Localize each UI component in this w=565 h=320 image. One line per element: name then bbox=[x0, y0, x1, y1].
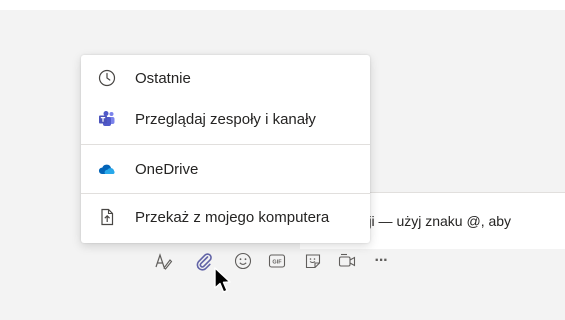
menu-item-upload-from-computer[interactable]: Przekaż z mojego komputera bbox=[81, 199, 370, 235]
meet-now-button[interactable] bbox=[334, 248, 360, 274]
format-button[interactable] bbox=[150, 248, 176, 274]
attach-menu: Ostatnie Przeglądaj zespoły i kanały One… bbox=[81, 55, 370, 243]
gif-label: GIF bbox=[272, 259, 282, 265]
menu-item-label: OneDrive bbox=[135, 160, 199, 178]
menu-item-browse-teams[interactable]: Przeglądaj zespoły i kanały bbox=[81, 101, 370, 137]
menu-item-label: Przeglądaj zespoły i kanały bbox=[135, 110, 316, 128]
mouse-cursor-icon bbox=[214, 267, 231, 293]
attach-icon bbox=[196, 253, 212, 271]
menu-item-label: Przekaż z mojego komputera bbox=[135, 208, 330, 226]
sticker-icon bbox=[305, 254, 321, 269]
emoji-icon bbox=[234, 252, 252, 270]
clock-icon bbox=[97, 68, 117, 88]
format-icon bbox=[155, 253, 173, 270]
menu-divider bbox=[81, 193, 370, 194]
teams-icon bbox=[97, 109, 117, 129]
top-strip bbox=[0, 0, 565, 10]
onedrive-cloud-icon bbox=[97, 159, 117, 179]
upload-file-icon bbox=[97, 207, 117, 227]
more-icon: ··· bbox=[374, 252, 389, 269]
menu-item-recent[interactable]: Ostatnie bbox=[81, 60, 370, 96]
gif-icon: GIF bbox=[268, 254, 286, 268]
meet-now-icon bbox=[338, 253, 356, 267]
menu-item-onedrive[interactable]: OneDrive bbox=[81, 151, 370, 187]
menu-item-label: Ostatnie bbox=[135, 69, 191, 87]
more-options-button[interactable]: ··· bbox=[368, 248, 394, 274]
menu-divider bbox=[81, 144, 370, 145]
gif-button[interactable]: GIF bbox=[264, 248, 290, 274]
sticker-button[interactable] bbox=[300, 248, 326, 274]
